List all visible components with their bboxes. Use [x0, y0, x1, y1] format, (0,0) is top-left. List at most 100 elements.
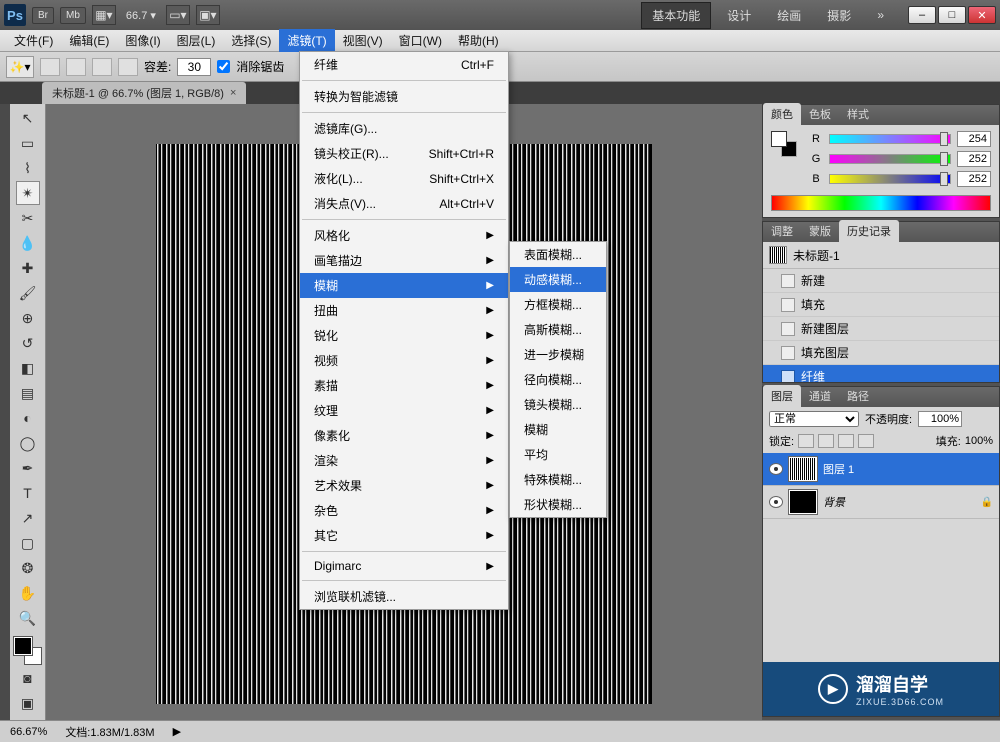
shape-tool-icon[interactable]: ▢ [16, 531, 40, 555]
collapsed-panel-strip-left[interactable] [0, 104, 10, 720]
tab-adjustments[interactable]: 调整 [763, 220, 801, 242]
tab-paths[interactable]: 路径 [839, 385, 877, 407]
filter-last[interactable]: 纤维 Ctrl+F [300, 52, 508, 77]
stamp-tool-icon[interactable]: ⊕ [16, 306, 40, 330]
filter-noise[interactable]: 杂色▶ [300, 498, 508, 523]
zoom-display[interactable]: 66.7 ▾ [126, 9, 156, 22]
tab-masks[interactable]: 蒙版 [801, 220, 839, 242]
view-extras-icon[interactable]: ▦▾ [92, 5, 116, 25]
color-swatch[interactable] [14, 637, 42, 665]
tab-history[interactable]: 历史记录 [839, 220, 899, 242]
filter-brush-strokes[interactable]: 画笔描边▶ [300, 248, 508, 273]
b-slider[interactable] [829, 174, 951, 184]
window-maximize-button[interactable]: □ [938, 6, 966, 24]
layer-visibility-icon[interactable] [769, 496, 783, 508]
history-snapshot[interactable]: 未标题-1 [763, 242, 999, 269]
lasso-tool-icon[interactable]: ⌇ [16, 156, 40, 180]
filter-vanishing-point[interactable]: 消失点(V)...Alt+Ctrl+V [300, 191, 508, 216]
filter-browse-online[interactable]: 浏览联机滤镜... [300, 584, 508, 609]
menu-image[interactable]: 图像(I) [117, 29, 168, 52]
blur-surface[interactable]: 表面模糊... [510, 242, 606, 267]
blur-radial[interactable]: 径向模糊... [510, 367, 606, 392]
filter-video[interactable]: 视频▶ [300, 348, 508, 373]
blur-gaussian[interactable]: 高斯模糊... [510, 317, 606, 342]
tab-color[interactable]: 颜色 [763, 103, 801, 125]
tab-swatches[interactable]: 色板 [801, 103, 839, 125]
selection-subtract-icon[interactable] [92, 58, 112, 76]
gradient-tool-icon[interactable]: ▤ [16, 381, 40, 405]
panel-color-swatch[interactable] [771, 131, 797, 157]
blur-motion[interactable]: 动感模糊... [510, 267, 606, 292]
filter-convert-smart[interactable]: 转换为智能滤镜 [300, 84, 508, 109]
selection-new-icon[interactable] [40, 58, 60, 76]
tab-layers[interactable]: 图层 [763, 385, 801, 407]
history-brush-tool-icon[interactable]: ↺ [16, 331, 40, 355]
filter-liquify[interactable]: 液化(L)...Shift+Ctrl+X [300, 166, 508, 191]
filter-distort[interactable]: 扭曲▶ [300, 298, 508, 323]
lock-pixels-icon[interactable] [818, 434, 834, 448]
blur-lens[interactable]: 镜头模糊... [510, 392, 606, 417]
layer-row[interactable]: 图层 1 [763, 453, 999, 486]
layer-name[interactable]: 背景 [823, 494, 845, 510]
marquee-tool-icon[interactable]: ▭ [16, 131, 40, 155]
history-item[interactable]: 填充图层 [763, 341, 999, 365]
path-tool-icon[interactable]: ↗ [16, 506, 40, 530]
arrange-docs-icon[interactable]: ▭▾ [166, 5, 190, 25]
filter-stylize[interactable]: 风格化▶ [300, 223, 508, 248]
dodge-tool-icon[interactable]: ◯ [16, 431, 40, 455]
tolerance-input[interactable] [177, 58, 211, 76]
spectrum-bar[interactable] [771, 195, 991, 211]
screenmode-tool-icon[interactable]: ▣ [16, 691, 40, 715]
quickmask-tool-icon[interactable]: ◙ [16, 666, 40, 690]
filter-pixelate[interactable]: 像素化▶ [300, 423, 508, 448]
status-arrow-icon[interactable]: ▶ [173, 725, 181, 738]
screen-mode-icon[interactable]: ▣▾ [196, 5, 220, 25]
filter-blur[interactable]: 模糊▶ [300, 273, 508, 298]
3d-tool-icon[interactable]: ❂ [16, 556, 40, 580]
window-minimize-button[interactable]: – [908, 6, 936, 24]
tab-channels[interactable]: 通道 [801, 385, 839, 407]
heal-tool-icon[interactable]: ✚ [16, 256, 40, 280]
history-item[interactable]: 新建图层 [763, 317, 999, 341]
anti-alias-checkbox[interactable] [217, 60, 230, 73]
workspace-tab-painting[interactable]: 绘画 [767, 3, 811, 28]
layer-row[interactable]: 背景 🔒 [763, 486, 999, 519]
layer-name[interactable]: 图层 1 [823, 461, 854, 477]
blend-mode-select[interactable]: 正常 [769, 411, 859, 427]
blur-box[interactable]: 方框模糊... [510, 292, 606, 317]
tab-styles[interactable]: 样式 [839, 103, 877, 125]
menu-window[interactable]: 窗口(W) [391, 29, 450, 52]
type-tool-icon[interactable]: T [16, 481, 40, 505]
menu-filter[interactable]: 滤镜(T) [279, 29, 334, 52]
pen-tool-icon[interactable]: ✒ [16, 456, 40, 480]
filter-lens-correction[interactable]: 镜头校正(R)...Shift+Ctrl+R [300, 141, 508, 166]
filter-render[interactable]: 渲染▶ [300, 448, 508, 473]
selection-intersect-icon[interactable] [118, 58, 138, 76]
menu-layer[interactable]: 图层(L) [169, 29, 224, 52]
filter-digimarc[interactable]: Digimarc▶ [300, 555, 508, 577]
lock-transparency-icon[interactable] [798, 434, 814, 448]
workspace-tab-essentials[interactable]: 基本功能 [641, 2, 711, 29]
magic-wand-tool-icon[interactable]: ✴ [16, 181, 40, 205]
foreground-color-swatch[interactable] [14, 637, 32, 655]
menu-help[interactable]: 帮助(H) [450, 29, 507, 52]
move-tool-icon[interactable]: ↖ [16, 106, 40, 130]
magic-wand-tool-icon[interactable]: ✨▾ [6, 56, 34, 78]
menu-edit[interactable]: 编辑(E) [61, 29, 117, 52]
workspace-tab-photography[interactable]: 摄影 [817, 3, 861, 28]
eyedropper-tool-icon[interactable]: 💧 [16, 231, 40, 255]
filter-artistic[interactable]: 艺术效果▶ [300, 473, 508, 498]
fill-input[interactable]: 100% [965, 435, 993, 447]
g-slider[interactable] [829, 154, 951, 164]
history-item[interactable]: 纤维 [763, 365, 999, 382]
menu-select[interactable]: 选择(S) [223, 29, 279, 52]
history-item[interactable]: 填充 [763, 293, 999, 317]
blur-shape[interactable]: 形状模糊... [510, 492, 606, 517]
zoom-tool-icon[interactable]: 🔍 [16, 606, 40, 630]
layer-thumbnail[interactable] [789, 490, 817, 514]
r-slider[interactable] [829, 134, 951, 144]
opacity-input[interactable]: 100% [918, 411, 962, 427]
status-doc-info[interactable]: 文档:1.83M/1.83M [65, 724, 154, 740]
workspace-tab-design[interactable]: 设计 [717, 3, 761, 28]
hand-tool-icon[interactable]: ✋ [16, 581, 40, 605]
